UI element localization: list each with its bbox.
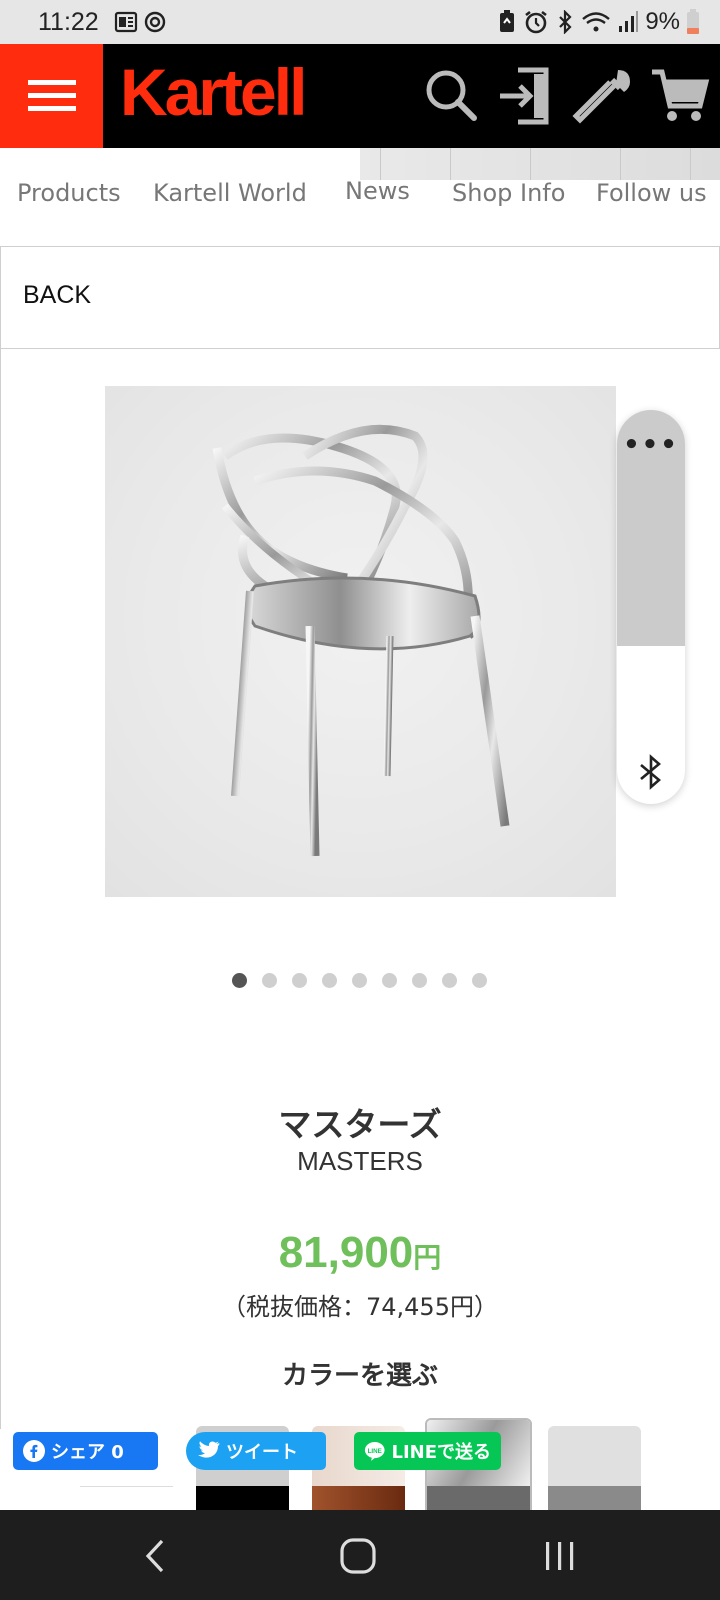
price-value: 81,900 <box>278 1228 414 1277</box>
wifi-icon <box>582 12 611 32</box>
login-icon[interactable] <box>496 64 560 128</box>
signal-icon <box>619 11 639 32</box>
carousel-dot[interactable] <box>322 973 337 988</box>
price-unit: 円 <box>413 1242 442 1273</box>
carousel-dot[interactable] <box>232 973 247 988</box>
facebook-share-label: シェア 0 <box>51 1442 124 1463</box>
chair-illustration <box>212 424 510 857</box>
nav-shop-info[interactable]: Shop Info <box>452 179 565 207</box>
home-icon[interactable] <box>338 1538 378 1574</box>
eyedropper-icon[interactable] <box>572 64 636 128</box>
back-icon[interactable] <box>136 1538 176 1574</box>
facebook-share-button[interactable]: シェア 0 <box>13 1432 158 1470</box>
product-price: 81,900円 <box>0 1228 720 1278</box>
nav-news[interactable]: News <box>345 177 410 205</box>
facebook-icon <box>23 1440 45 1462</box>
menu-button[interactable] <box>0 44 103 148</box>
carousel-dots <box>232 973 487 988</box>
status-time: 11:22 <box>38 8 99 36</box>
brand-logo[interactable]: Kartell <box>120 54 307 130</box>
main-nav: Products Kartell World News Shop Info Fo… <box>0 148 720 246</box>
alarm-icon <box>525 10 548 34</box>
carousel-dot[interactable] <box>262 973 277 988</box>
twitter-icon <box>198 1441 220 1458</box>
battery-percent: 9% <box>645 8 680 35</box>
product-name-en: MASTERS <box>297 1146 423 1176</box>
color-select-title: カラーを選ぶ <box>281 1361 438 1391</box>
nav-kartell-world[interactable]: Kartell World <box>153 179 307 207</box>
site-header: Kartell <box>0 44 720 148</box>
nav-products[interactable]: Products <box>17 179 121 207</box>
search-icon[interactable] <box>420 64 484 128</box>
carousel-dot[interactable] <box>442 973 457 988</box>
battery-saver-icon <box>500 10 515 32</box>
banner-strip <box>360 148 720 180</box>
more-icon[interactable]: ••• <box>617 430 685 460</box>
cart-icon[interactable] <box>648 64 712 128</box>
sync-icon <box>144 11 166 33</box>
nav-follow-us[interactable]: Follow us <box>596 179 707 207</box>
carousel-dot[interactable] <box>292 973 307 988</box>
back-button[interactable]: BACK <box>23 281 91 310</box>
side-widget: ••• <box>617 410 685 804</box>
line-share-button[interactable]: LINE LINEで送る <box>354 1432 501 1470</box>
news-icon <box>114 11 138 33</box>
back-row: BACK <box>0 246 720 349</box>
menu-icon <box>27 80 76 111</box>
recent-apps-icon[interactable] <box>540 1538 580 1574</box>
status-icons: 9% <box>497 8 700 36</box>
carousel-dot[interactable] <box>412 973 427 988</box>
carousel-dot[interactable] <box>382 973 397 988</box>
svg-text:LINE: LINE <box>368 1448 382 1455</box>
system-nav-bar <box>0 1510 720 1600</box>
carousel-dot[interactable] <box>472 973 487 988</box>
bluetooth-icon[interactable] <box>633 754 669 790</box>
color-swatch-grey[interactable] <box>548 1426 641 1516</box>
status-bar: 11:22 9% <box>0 0 720 44</box>
twitter-tweet-label: ツイート <box>226 1442 298 1463</box>
bluetooth-icon <box>559 10 572 34</box>
carousel-dot[interactable] <box>352 973 367 988</box>
product-name-jp: マスターズ <box>278 1105 442 1144</box>
line-share-label: LINEで送る <box>391 1442 491 1463</box>
battery-icon <box>687 9 699 34</box>
line-icon: LINE <box>364 1442 385 1461</box>
product-image[interactable] <box>105 386 616 897</box>
twitter-tweet-button[interactable]: ツイート <box>186 1432 326 1470</box>
price-tax: （税抜価格：74,455円） <box>222 1293 498 1321</box>
